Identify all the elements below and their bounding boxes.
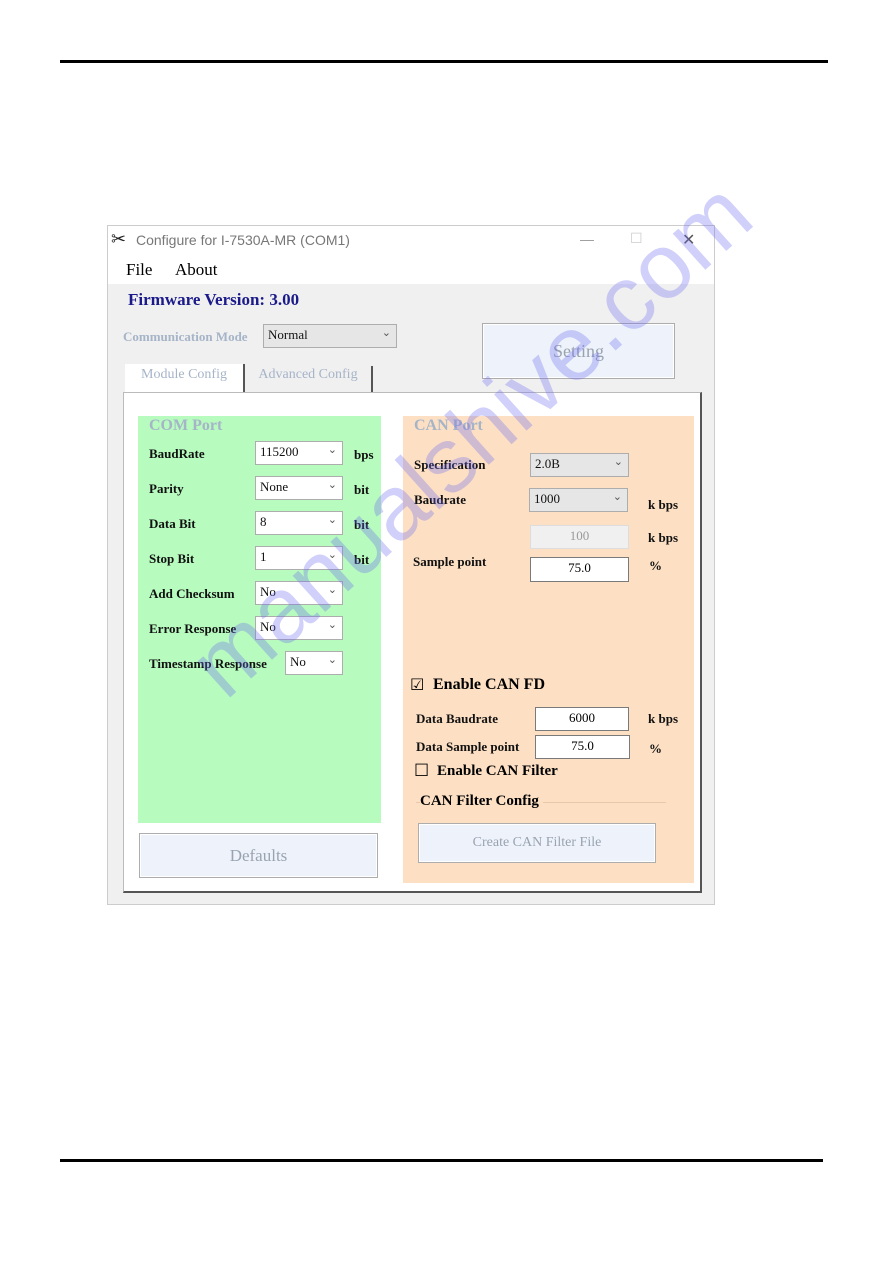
chevron-down-icon: ⌄ bbox=[381, 326, 391, 339]
com-row-value: 8 bbox=[260, 514, 267, 529]
comm-mode-label: Communication Mode bbox=[123, 329, 248, 344]
com-row-value: None bbox=[260, 479, 289, 494]
sample-point-input[interactable]: 75.0 bbox=[530, 557, 629, 582]
enable-can-fd-label: Enable CAN FD bbox=[433, 676, 546, 693]
comm-mode-select[interactable]: Normal ⌄ bbox=[263, 324, 397, 348]
menu-file[interactable]: File bbox=[126, 260, 152, 280]
can-filter-group-title: CAN Filter Config bbox=[420, 793, 543, 810]
defaults-button[interactable]: Defaults bbox=[139, 833, 378, 878]
comm-mode-value: Normal bbox=[268, 327, 308, 342]
custom-baud-input[interactable]: 100 bbox=[530, 525, 629, 549]
enable-can-fd-checkbox[interactable]: ☑ bbox=[410, 675, 424, 694]
enable-can-filter-checkbox[interactable]: ☐ bbox=[414, 761, 429, 781]
chevron-down-icon: ⌄ bbox=[612, 490, 622, 503]
minimize-button[interactable]: — bbox=[580, 231, 594, 247]
create-can-filter-button[interactable]: Create CAN Filter File bbox=[418, 823, 656, 863]
data-baudrate-input[interactable]: 6000 bbox=[535, 707, 629, 731]
specification-value: 2.0B bbox=[535, 456, 560, 471]
footer-rule bbox=[60, 1159, 823, 1162]
chevron-down-icon: ⌄ bbox=[327, 653, 337, 666]
data-sample-point-input[interactable]: 75.0 bbox=[535, 735, 630, 759]
data-sample-point-label: Data Sample point bbox=[416, 739, 520, 754]
specification-select[interactable]: 2.0B ⌄ bbox=[530, 453, 629, 477]
tab-label: Advanced Config bbox=[258, 367, 358, 382]
com-port-title: COM Port bbox=[149, 417, 223, 434]
chevron-down-icon: ⌄ bbox=[613, 455, 623, 468]
custom-baud-unit: k bps bbox=[648, 530, 678, 545]
tab-advanced-config[interactable]: Advanced Config bbox=[245, 366, 373, 392]
com-row-label: BaudRate bbox=[149, 446, 205, 461]
data-baudrate-unit: k bps bbox=[648, 711, 678, 726]
menu-about[interactable]: About bbox=[175, 260, 218, 280]
com-row-value: 115200 bbox=[260, 444, 299, 459]
chevron-down-icon: ⌄ bbox=[327, 443, 337, 456]
tab-module-config[interactable]: Module Config bbox=[125, 364, 245, 392]
com-row-label: Data Bit bbox=[149, 516, 196, 531]
baudrate-unit: k bps bbox=[648, 497, 678, 512]
data-baudrate-label: Data Baudrate bbox=[416, 711, 498, 726]
baudrate-value: 1000 bbox=[534, 491, 560, 506]
tab-label: Module Config bbox=[141, 367, 227, 382]
data-sample-point-unit: % bbox=[649, 741, 662, 756]
tools-icon: ✂ bbox=[111, 229, 127, 250]
window-title: Configure for I-7530A-MR (COM1) bbox=[136, 232, 350, 248]
firmware-version: Firmware Version: 3.00 bbox=[128, 290, 300, 309]
com-row-select[interactable]: 115200 ⌄ bbox=[255, 441, 343, 465]
baudrate-select[interactable]: 1000 ⌄ bbox=[529, 488, 628, 512]
sample-point-label: Sample point bbox=[413, 554, 487, 569]
enable-can-filter-label: Enable CAN Filter bbox=[437, 763, 558, 779]
sample-point-unit: % bbox=[649, 558, 662, 573]
header-rule bbox=[60, 60, 828, 63]
com-row-label: Parity bbox=[149, 481, 184, 496]
com-row-label: Stop Bit bbox=[149, 551, 195, 566]
